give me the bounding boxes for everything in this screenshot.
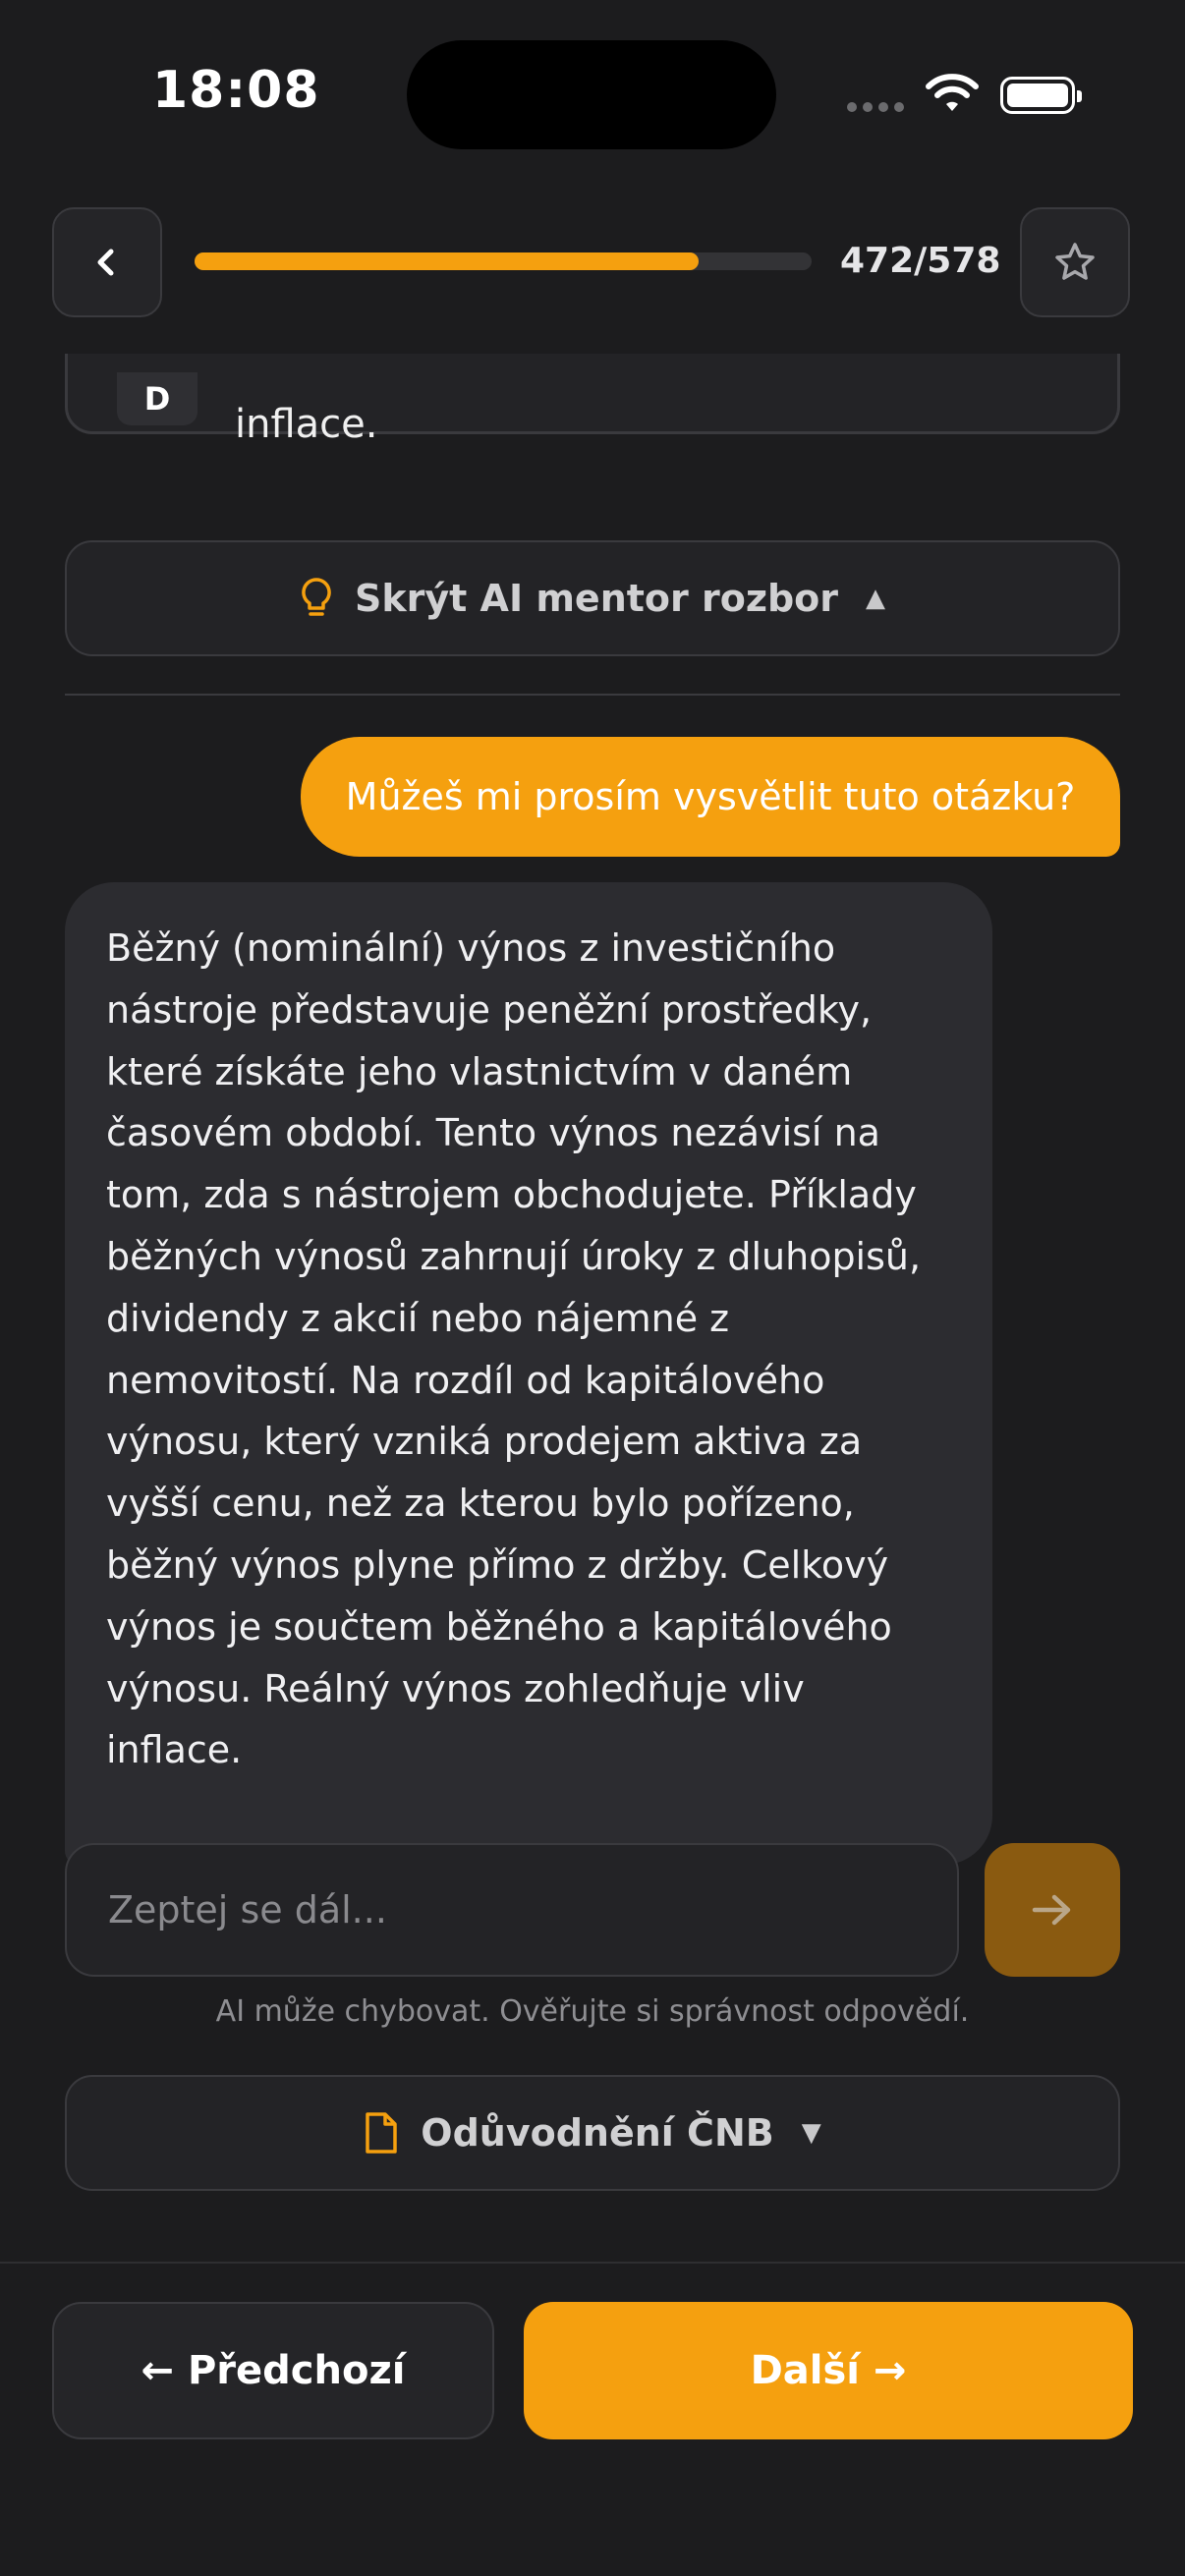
answer-option-d[interactable]: D inflace.: [65, 354, 1120, 447]
lightbulb-icon: [302, 578, 331, 616]
divider: [65, 694, 1120, 696]
ai-message-line: výnosu. Reálný výnos zohledňuje vliv: [106, 1666, 805, 1710]
wifi-icon: [926, 74, 979, 111]
ai-message-line: výnosu, který vzniká prodejem aktiva za: [106, 1420, 863, 1464]
progress-counter: 472/578: [840, 241, 1001, 281]
progress-fill: [195, 252, 699, 270]
next-button[interactable]: Další →: [524, 2302, 1133, 2439]
ai-message-line: výnos je součtem běžného a kapitálového: [106, 1604, 892, 1649]
arrow-right-icon: [1032, 1894, 1071, 1926]
question-content[interactable]: D inflace. Skrýt AI mentor rozbor ▲ Může…: [0, 354, 1185, 2260]
cnb-justification-toggle-button[interactable]: Odůvodnění ČNB ▼: [65, 2075, 1120, 2191]
ai-message-line: časovém období. Tento výnos nezávisí na: [106, 1111, 880, 1155]
ai-message-line: běžný výnos plyne přímo z držby. Celkový: [106, 1542, 889, 1587]
document-icon: [366, 2112, 398, 2154]
ai-disclaimer: AI může chybovat. Ověřujte si správnost …: [215, 1994, 970, 2029]
ai-message-line: tom, zda s nástrojem obchodujete. Příkla…: [106, 1173, 917, 1217]
ai-message-line: nástroje představuje peněžní prostředky,: [106, 987, 873, 1032]
ai-mentor-toggle-label: Skrýt AI mentor rozbor: [355, 577, 838, 620]
ai-message-line: inflace.: [106, 1728, 243, 1772]
footer-divider: [0, 2262, 1185, 2264]
send-button[interactable]: [985, 1843, 1120, 1977]
cnb-toggle-label: Odůvodnění ČNB: [421, 2111, 774, 2155]
status-time: 18:08: [152, 61, 320, 120]
ai-message-line: běžných výnosů zahrnují úroky z dluhopis…: [106, 1234, 922, 1278]
ai-message-bubble: Běžný (nominální) výnos z investičního ná…: [65, 882, 992, 1865]
bookmark-star-button[interactable]: [1020, 207, 1130, 317]
option-text: inflace.: [235, 402, 378, 447]
ai-message-line: dividendy z akcií nebo nájemné z: [106, 1296, 730, 1340]
cellular-signal-icon: [847, 102, 904, 112]
follow-up-input[interactable]: [65, 1843, 959, 1977]
previous-button[interactable]: ← Předchozí: [52, 2302, 494, 2439]
chevron-left-icon: [97, 249, 114, 276]
progress-bar: [195, 252, 812, 270]
ai-message-line: nemovitostí. Na rozdíl od kapitálového: [106, 1358, 825, 1402]
caret-up-icon: ▲: [866, 584, 885, 613]
user-message-bubble: Můžeš mi prosím vysvětlit tuto otázku?: [301, 737, 1120, 857]
ai-mentor-toggle-button[interactable]: Skrýt AI mentor rozbor ▲: [65, 540, 1120, 656]
battery-icon: [1000, 77, 1082, 114]
ai-message-line: vyšší cenu, než za kterou bylo pořízeno,: [106, 1482, 855, 1526]
dynamic-island: [407, 40, 776, 149]
option-letter-badge: D: [117, 372, 198, 425]
caret-down-icon: ▼: [801, 2118, 821, 2148]
user-message-text: Můžeš mi prosím vysvětlit tuto otázku?: [345, 775, 1076, 818]
ai-message-line: Běžný (nominální) výnos z investičního: [106, 926, 836, 970]
ai-message-line: které získáte jeho vlastnictvím v daném: [106, 1049, 853, 1093]
star-outline-icon: [1055, 243, 1095, 280]
back-button[interactable]: [52, 207, 162, 317]
